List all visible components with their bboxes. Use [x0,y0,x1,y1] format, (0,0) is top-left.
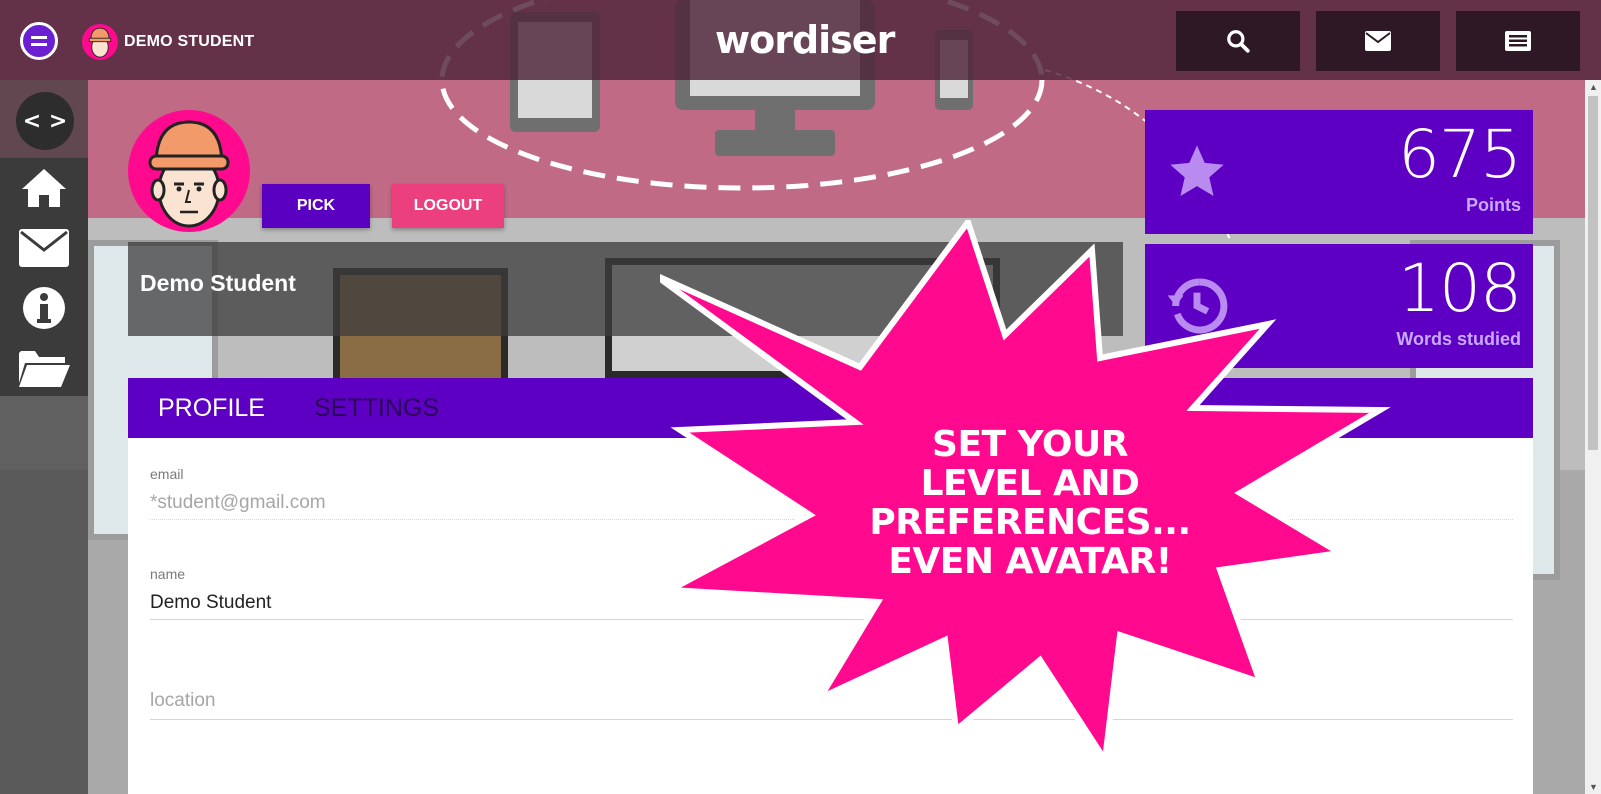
profile-display-name: Demo Student [140,270,296,296]
words-studied-value: 108 [1398,250,1522,327]
menu-icon [31,36,47,46]
scroll-down-arrow-icon[interactable]: ▼ [1589,782,1598,792]
code-arrows-icon: < > [22,108,68,134]
sidebar-item-messages[interactable] [14,222,74,274]
user-name: DEMO STUDENT [124,33,255,50]
sidebar-item-home[interactable] [14,162,74,214]
avatar[interactable] [82,24,118,60]
sidebar-item-info[interactable] [14,282,74,334]
search-icon [1227,30,1250,53]
promo-line: SET YOUR [932,424,1128,465]
home-icon [22,169,66,207]
tab-profile[interactable]: PROFILE [158,394,265,423]
name-label: name [150,566,186,582]
points-value: 675 [1398,116,1522,193]
top-bar: DEMO STUDENT wordiser [0,0,1601,80]
points-card: 675 Points [1145,110,1533,234]
messages-button[interactable] [1316,11,1440,71]
app-logo[interactable]: wordiser [715,18,895,62]
search-button[interactable] [1176,11,1300,71]
scrollbar-thumb[interactable] [1588,96,1598,450]
folder-icon [19,351,70,387]
name-value: Demo Student [150,592,272,613]
promo-text: SET YOUR LEVEL AND PREFERENCES... EVEN A… [850,425,1210,581]
list-icon [1505,31,1531,51]
scroll-up-arrow-icon[interactable]: ▲ [1589,82,1598,92]
promo-line: PREFERENCES... [869,502,1191,543]
app-menu-button[interactable] [20,22,58,60]
sidebar-toggle-button[interactable]: < > [16,92,74,150]
promo-line: LEVEL AND [920,463,1140,504]
mail-icon [19,229,69,267]
email-label: email [150,466,184,482]
profile-avatar[interactable] [128,110,250,232]
points-label: Points [1465,195,1521,215]
pick-avatar-button[interactable]: PICK [262,184,370,228]
promo-line: EVEN AVATAR! [888,541,1172,582]
location-placeholder: location [150,690,216,711]
sidebar-item-folder[interactable] [14,342,74,394]
side-nav-items [0,158,88,396]
mail-icon [1365,31,1391,51]
avatar-face-icon [148,120,230,228]
page-scrollbar[interactable]: ▲ ▼ [1585,80,1601,794]
avatar-face-icon [88,27,112,58]
words-studied-label: Words studied [1396,329,1521,349]
logout-button[interactable]: LOGOUT [392,184,504,228]
tab-settings[interactable]: SETTINGS [314,394,439,423]
info-icon [23,287,65,329]
email-value: *student@gmail.com [150,492,326,513]
list-button[interactable] [1456,11,1580,71]
side-navigation: < > [0,80,88,794]
star-icon [1170,145,1224,196]
